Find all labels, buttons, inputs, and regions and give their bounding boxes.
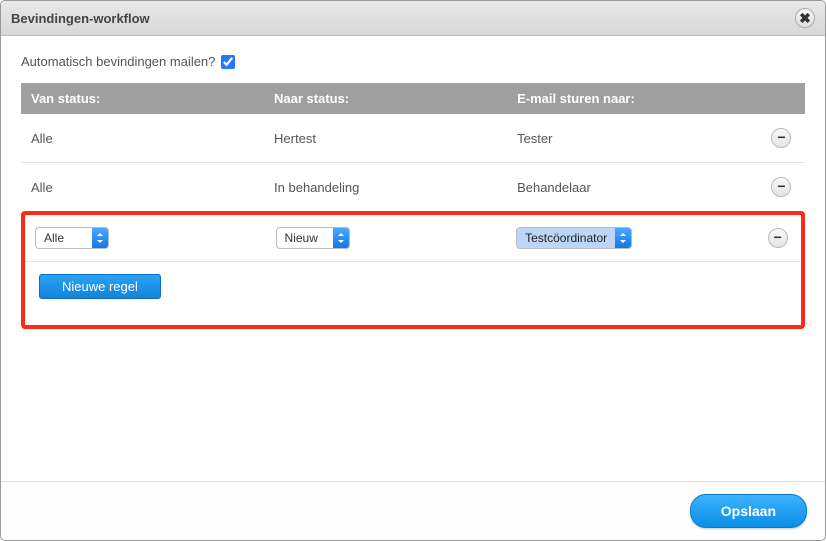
remove-row-button[interactable]: −: [768, 228, 788, 248]
dialog-body: Automatisch bevindingen mailen? Van stat…: [1, 36, 825, 481]
new-rule-highlight: Alle Nieuw: [21, 211, 805, 329]
cell-from: Alle: [21, 114, 264, 163]
to-status-select[interactable]: Nieuw: [276, 227, 350, 249]
header-to: Naar status:: [264, 83, 507, 114]
header-actions: [758, 83, 805, 114]
chevron-updown-icon: [333, 228, 349, 248]
table-row: Alle In behandeling Behandelaar −: [21, 163, 805, 212]
cell-from: Alle: [21, 163, 264, 212]
table-row: Alle Hertest Tester −: [21, 114, 805, 163]
minus-icon: −: [774, 230, 782, 244]
close-button[interactable]: ✖: [795, 8, 815, 28]
new-rule-button[interactable]: Nieuwe regel: [39, 274, 161, 299]
auto-mail-checkbox[interactable]: [221, 55, 235, 69]
remove-row-button[interactable]: −: [771, 128, 791, 148]
auto-mail-row: Automatisch bevindingen mailen?: [21, 54, 805, 69]
header-mail: E-mail sturen naar:: [507, 83, 758, 114]
minus-icon: −: [777, 179, 785, 193]
cell-mail: Behandelaar: [507, 163, 758, 212]
chevron-updown-icon: [92, 228, 108, 248]
from-status-value: Alle: [36, 228, 92, 248]
dialog-footer: Opslaan: [1, 481, 825, 540]
table-header-row: Van status: Naar status: E-mail sturen n…: [21, 83, 805, 114]
from-status-select[interactable]: Alle: [35, 227, 109, 249]
cell-mail: Tester: [507, 114, 758, 163]
save-button[interactable]: Opslaan: [690, 494, 807, 528]
dialog-title: Bevindingen-workflow: [11, 11, 150, 26]
edit-row: Alle Nieuw: [25, 215, 801, 262]
chevron-updown-icon: [615, 228, 631, 248]
cell-to: In behandeling: [264, 163, 507, 212]
workflow-dialog: Bevindingen-workflow ✖ Automatisch bevin…: [0, 0, 826, 541]
dialog-titlebar: Bevindingen-workflow ✖: [1, 1, 825, 36]
close-icon: ✖: [799, 11, 811, 25]
to-status-value: Nieuw: [277, 228, 333, 248]
auto-mail-label: Automatisch bevindingen mailen?: [21, 54, 215, 69]
email-to-value: Testcöordinator: [517, 228, 615, 248]
header-from: Van status:: [21, 83, 264, 114]
rules-table: Van status: Naar status: E-mail sturen n…: [21, 83, 805, 211]
email-to-select[interactable]: Testcöordinator: [516, 227, 632, 249]
cell-to: Hertest: [264, 114, 507, 163]
minus-icon: −: [777, 130, 785, 144]
remove-row-button[interactable]: −: [771, 177, 791, 197]
